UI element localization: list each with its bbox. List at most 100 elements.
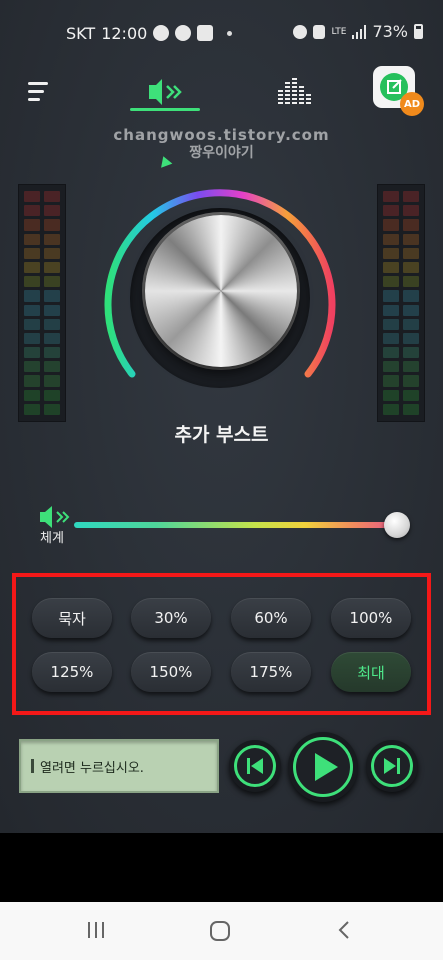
previous-track-button[interactable] bbox=[229, 740, 281, 792]
vu-segment bbox=[383, 332, 399, 345]
recent-apps-icon[interactable] bbox=[86, 920, 106, 940]
vu-segment bbox=[24, 375, 40, 387]
vu-segment bbox=[24, 332, 40, 345]
preset-highlight-box bbox=[12, 573, 431, 715]
vu-segment bbox=[383, 290, 399, 302]
system-volume-slider[interactable] bbox=[74, 522, 404, 528]
equalizer-icon bbox=[278, 78, 311, 104]
vu-segment bbox=[403, 375, 419, 387]
vu-segment bbox=[24, 247, 40, 259]
vu-segment bbox=[403, 233, 419, 245]
mute-icon bbox=[313, 24, 326, 39]
vu-segment bbox=[403, 247, 419, 259]
next-icon bbox=[384, 758, 400, 774]
vu-segment bbox=[44, 290, 60, 302]
vu-segment bbox=[383, 318, 399, 330]
vu-segment bbox=[383, 219, 399, 231]
vu-segment bbox=[44, 219, 60, 231]
vu-segment bbox=[383, 191, 399, 203]
vu-meter-right bbox=[377, 184, 425, 422]
vu-segment bbox=[24, 205, 40, 217]
vu-segment bbox=[403, 219, 419, 231]
vu-segment bbox=[24, 304, 40, 316]
vu-segment bbox=[383, 389, 399, 401]
vu-segment bbox=[383, 247, 399, 259]
vu-segment bbox=[44, 332, 60, 345]
vu-segment bbox=[44, 389, 60, 401]
preset-label: 묵자 bbox=[58, 609, 86, 628]
vu-segment bbox=[383, 233, 399, 245]
vu-segment bbox=[24, 219, 40, 231]
vu-segment bbox=[383, 261, 399, 274]
vu-segment bbox=[403, 361, 419, 373]
talk-notification-icon bbox=[175, 25, 192, 41]
vu-segment bbox=[44, 403, 60, 415]
extra-boost-label: 추가 부스트 bbox=[174, 424, 269, 446]
vu-segment bbox=[24, 347, 40, 359]
home-icon[interactable] bbox=[209, 920, 231, 942]
vu-segment bbox=[44, 318, 60, 330]
preset-label: 최대 bbox=[357, 663, 385, 682]
status-left: SKT 12:00 bbox=[66, 23, 233, 43]
preset-label: 30% bbox=[154, 609, 188, 627]
vu-segment bbox=[403, 389, 419, 401]
preset-label: 100% bbox=[349, 609, 393, 627]
vu-segment bbox=[403, 261, 419, 274]
preset-button-max[interactable]: 최대 bbox=[331, 652, 411, 692]
boost-knob[interactable] bbox=[145, 215, 297, 367]
preset-button-60[interactable]: 60% bbox=[231, 598, 311, 638]
tab-equalizer[interactable] bbox=[276, 74, 312, 108]
speaker-icon bbox=[149, 79, 182, 105]
vu-segment bbox=[24, 276, 40, 288]
vu-segment bbox=[44, 361, 60, 373]
vu-segment bbox=[44, 304, 60, 316]
preset-button-30[interactable]: 30% bbox=[131, 598, 211, 638]
empty-ad-area bbox=[0, 833, 443, 902]
hamburger-menu-icon[interactable] bbox=[28, 82, 52, 102]
more-notifications-dot-icon bbox=[227, 30, 233, 36]
vu-segment bbox=[403, 304, 419, 316]
vu-segment bbox=[403, 205, 419, 217]
vu-segment bbox=[403, 276, 419, 288]
network-type-label: LTE bbox=[331, 26, 347, 37]
play-button[interactable] bbox=[288, 732, 358, 802]
vu-segment bbox=[383, 361, 399, 373]
watermark-blog-name: 짱우이야기 bbox=[189, 145, 254, 161]
preset-label: 150% bbox=[149, 663, 193, 681]
clock-time: 12:00 bbox=[101, 23, 148, 43]
vu-segment bbox=[24, 361, 40, 373]
back-icon[interactable] bbox=[334, 920, 354, 940]
track-display[interactable]: 열려면 누르십시오. bbox=[19, 739, 219, 793]
vu-segment bbox=[403, 403, 419, 415]
next-track-button[interactable] bbox=[366, 740, 418, 792]
preset-button-150[interactable]: 150% bbox=[131, 652, 211, 692]
vu-segment bbox=[383, 205, 399, 217]
vu-segment bbox=[403, 318, 419, 330]
tab-speaker-boost[interactable] bbox=[132, 72, 200, 112]
vu-segment bbox=[403, 332, 419, 345]
preset-button-125[interactable]: 125% bbox=[32, 652, 112, 692]
carrier-label: SKT bbox=[66, 23, 96, 43]
system-volume-label: 체계 bbox=[40, 531, 64, 546]
vu-segment bbox=[383, 403, 399, 415]
system-volume-speaker-icon bbox=[40, 506, 70, 528]
chat-notification-icon bbox=[153, 25, 170, 41]
battery-percent: 73% bbox=[372, 22, 408, 41]
preset-button-100[interactable]: 100% bbox=[331, 598, 411, 638]
toolbar bbox=[0, 66, 443, 116]
preset-label: 60% bbox=[254, 609, 288, 627]
vu-segment bbox=[383, 276, 399, 288]
preset-button-175[interactable]: 175% bbox=[231, 652, 311, 692]
vu-segment bbox=[403, 347, 419, 359]
vu-segment bbox=[44, 375, 60, 387]
track-display-text: 열려면 누르십시오. bbox=[40, 760, 144, 776]
status-right: LTE 73% bbox=[293, 22, 423, 41]
vu-segment bbox=[383, 347, 399, 359]
ad-badge: AD bbox=[400, 92, 424, 116]
vu-segment bbox=[403, 191, 419, 203]
system-navigation-bar bbox=[0, 902, 443, 960]
preset-button-mute[interactable]: 묵자 bbox=[32, 598, 112, 638]
signal-icon bbox=[352, 24, 367, 39]
vu-segment bbox=[24, 261, 40, 274]
volume-slider-thumb[interactable] bbox=[384, 512, 410, 538]
